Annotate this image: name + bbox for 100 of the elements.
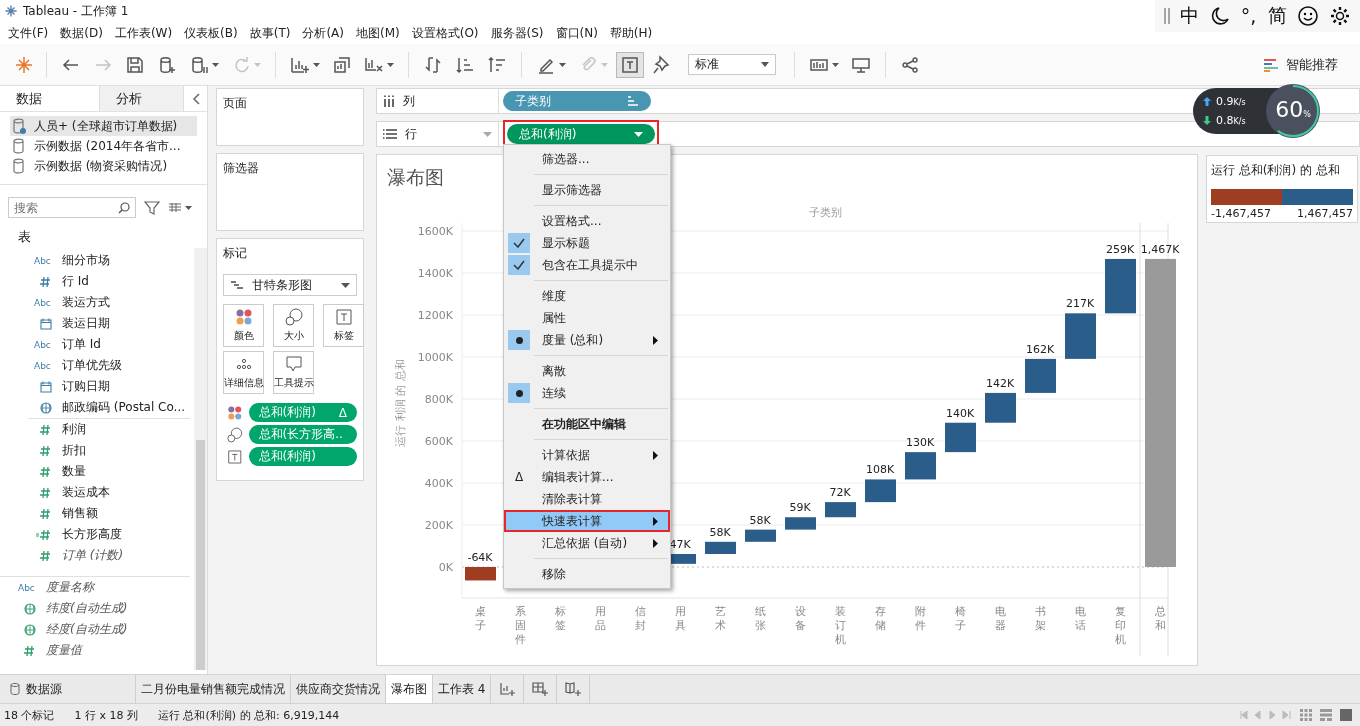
data-source-item[interactable]: 人员+ (全球超市订单数据) — [10, 116, 197, 136]
menu-item[interactable]: 包含在工具提示中 — [504, 254, 670, 276]
radio-dot-icon — [515, 389, 523, 397]
menu-bar-item[interactable]: 工作表(W) — [108, 24, 179, 42]
menu-item[interactable]: 度量 (总和) — [504, 329, 670, 351]
smiley-icon[interactable] — [1297, 5, 1320, 27]
field-item[interactable]: Abc 装运方式 — [28, 292, 190, 313]
field-item[interactable]: Abc 订单 Id — [28, 334, 190, 355]
fit-dropdown[interactable]: 标准 — [688, 54, 776, 75]
menu-bar-item[interactable]: 地图(M) — [350, 24, 406, 42]
field-item[interactable]: 销售额 — [28, 503, 190, 524]
menu-bar-item[interactable]: 帮助(H) — [603, 24, 659, 42]
measure-pill[interactable]: 总和(利润) — [507, 124, 655, 144]
data-source-item[interactable]: 示例数据 (物资采购情况) — [10, 156, 197, 176]
menu-item[interactable]: 计算依据 — [504, 444, 670, 466]
field-item[interactable]: 订单 (计数) — [28, 545, 190, 566]
label-button[interactable]: 标签 — [323, 304, 364, 347]
card-title: 标记 — [223, 246, 247, 260]
menu-bar-item[interactable]: 数据(D) — [54, 24, 109, 42]
menu-item[interactable]: 汇总依据 (自动) — [504, 532, 670, 554]
field-item[interactable]: 利润 — [28, 419, 190, 440]
ime-button[interactable]: 简 — [1266, 3, 1288, 29]
field-item[interactable]: 行 Id — [28, 271, 190, 292]
field-item[interactable]: 数量 — [28, 461, 190, 482]
sheet-tab[interactable]: 瀑布图 — [386, 675, 433, 703]
waterfall-bar[interactable] — [985, 392, 1016, 423]
menu-bar-item[interactable]: 窗口(N) — [549, 24, 604, 42]
menu-bar-item[interactable]: 故事(T) — [243, 24, 297, 42]
menu-bar-item[interactable]: 文件(F) — [2, 24, 55, 42]
radio-dot-icon — [515, 336, 523, 344]
ime-button[interactable]: °, — [1239, 5, 1258, 27]
menu-item[interactable]: 在功能区中编辑 — [504, 413, 670, 435]
menu-item[interactable]: 显示筛选器 — [504, 179, 670, 201]
menu-item[interactable]: 维度 — [504, 285, 670, 307]
grid-view-icon[interactable] — [1300, 709, 1312, 721]
search-icon — [118, 202, 130, 214]
field-item[interactable]: 纬度(自动生成) — [0, 598, 190, 619]
y-axis-title: 运行 利润 的 总和 — [394, 359, 407, 447]
waterfall-bar[interactable] — [1105, 258, 1136, 314]
text-label-button[interactable] — [616, 51, 644, 78]
waterfall-bar[interactable] — [825, 502, 856, 518]
field-item[interactable]: Abc 细分市场 — [28, 250, 190, 271]
field-item[interactable]: 装运日期 — [28, 313, 190, 334]
waterfall-bar[interactable] — [865, 479, 896, 503]
menu-item[interactable]: 快速表计算 — [504, 510, 670, 532]
moon-icon[interactable] — [1210, 6, 1231, 26]
menu-item[interactable]: 清除表计算 — [504, 488, 670, 510]
field-item[interactable]: Abc 订单优先级 — [28, 355, 190, 376]
field-item[interactable]: 度量值 — [0, 640, 190, 661]
value-label: -64K — [467, 551, 493, 564]
field-item[interactable]: Abc 度量名称 — [0, 577, 190, 598]
caret-icon[interactable] — [483, 131, 492, 137]
legend-swatch[interactable] — [1211, 189, 1282, 205]
menu-item[interactable]: Δ 编辑表计算... — [504, 466, 670, 488]
settings-icon[interactable] — [1329, 5, 1352, 27]
data-source-item[interactable]: 示例数据 (2014年各省市... — [10, 136, 197, 156]
legend-min: -1,467,457 — [1211, 207, 1271, 220]
tooltip-button[interactable]: 工具提示 — [273, 351, 314, 394]
category-label: 标签 — [554, 605, 566, 632]
menu-bar-item[interactable]: 设置格式(O) — [405, 24, 485, 42]
menu-item[interactable]: 连续 — [504, 382, 670, 404]
field-item[interactable]: 装运成本 — [28, 482, 190, 503]
scrollbar[interactable] — [194, 248, 207, 670]
menu-item[interactable]: 移除 — [504, 563, 670, 585]
submenu-arrow-icon — [653, 538, 658, 548]
field-item[interactable]: 订购日期 — [28, 376, 190, 397]
field-item[interactable]: 经度(自动生成) — [0, 619, 190, 640]
category-label: 用品 — [594, 605, 606, 632]
mark-type-dropdown[interactable]: 甘特条形图 — [223, 274, 357, 296]
ime-button[interactable]: 中 — [1179, 3, 1201, 29]
menu-item[interactable]: 属性 — [504, 307, 670, 329]
detail-button[interactable]: 详细信息 — [223, 351, 264, 394]
field-item[interactable]: 长方形高度 — [28, 524, 190, 545]
logo-icon[interactable] — [14, 54, 34, 75]
color-button[interactable]: 颜色 — [223, 304, 264, 347]
waterfall-bar[interactable] — [945, 422, 976, 453]
menu-item[interactable]: 离散 — [504, 360, 670, 382]
menu-bar-item[interactable]: 分析(A) — [296, 24, 350, 42]
menu-item[interactable]: 显示标题 — [504, 232, 670, 254]
field-item[interactable]: 邮政编码 (Postal Co... — [28, 397, 190, 418]
waterfall-bar[interactable] — [705, 541, 736, 554]
caret-icon — [254, 62, 261, 67]
x-axis-title: 子类别 — [808, 206, 842, 219]
menu-item[interactable]: 筛选器... — [504, 148, 670, 170]
menu-bar-item[interactable]: 服务器(S) — [484, 24, 550, 42]
collapse-icon[interactable] — [192, 92, 202, 105]
waterfall-bar[interactable] — [745, 529, 776, 542]
size-button[interactable]: 大小 — [273, 304, 314, 347]
check-icon — [513, 260, 525, 270]
waterfall-bar[interactable] — [1025, 358, 1056, 393]
legend-swatch[interactable] — [1282, 189, 1353, 205]
search-field[interactable]: 搜索 — [8, 197, 136, 218]
show-me-button[interactable]: 智能推荐 — [1264, 55, 1338, 74]
pane-tab[interactable]: 分析 — [100, 86, 184, 111]
grid-plus-icon — [532, 681, 549, 697]
list-view-icon[interactable] — [168, 201, 192, 214]
filter-icon[interactable] — [144, 199, 160, 216]
field-item[interactable]: 折扣 — [28, 440, 190, 461]
menu-bar-item[interactable]: 仪表板(B) — [178, 24, 244, 42]
menu-item[interactable]: 设置格式... — [504, 210, 670, 232]
